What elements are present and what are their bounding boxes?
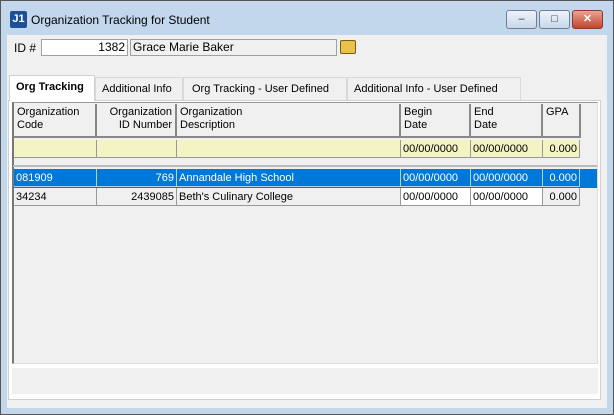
cell-end-date[interactable]: 00/00/0000 [471, 169, 543, 187]
grid-divider [13, 165, 597, 167]
filter-description-input[interactable] [177, 140, 401, 158]
cell-description[interactable]: Annandale High School [177, 169, 401, 187]
column-header-id-number[interactable]: Organization ID Number [97, 104, 177, 138]
cell-code[interactable]: 34234 [14, 188, 97, 206]
column-header-gpa[interactable]: GPA [543, 104, 581, 138]
cell-id-number[interactable]: 2439085 [97, 188, 177, 206]
minimize-button[interactable]: – [506, 10, 537, 29]
cell-begin-date[interactable]: 00/00/0000 [401, 169, 471, 187]
header-line: Code [17, 119, 44, 131]
maximize-button[interactable]: □ [539, 10, 570, 29]
column-header-description[interactable]: Organization Description [177, 104, 401, 138]
header-line: Description [180, 119, 236, 131]
student-name-field: Grace Marie Baker [130, 39, 337, 56]
filter-id-input[interactable] [97, 140, 177, 158]
cell-begin-date[interactable]: 00/00/0000 [401, 188, 471, 206]
cell-code[interactable]: 081909 [14, 169, 97, 187]
window-title: Organization Tracking for Student [31, 13, 210, 27]
column-header-code[interactable]: Organization Code [14, 104, 97, 138]
column-header-begin-date[interactable]: Begin Date [401, 104, 471, 138]
tab-org-tracking[interactable]: Org Tracking [9, 75, 95, 101]
cell-gpa[interactable]: 0.000 [543, 188, 580, 206]
filter-gpa-input[interactable]: 0.000 [543, 140, 580, 158]
header-line: Organization [109, 106, 172, 118]
cell-description[interactable]: Beth's Culinary College [177, 188, 401, 206]
app-icon: J1 [10, 11, 27, 28]
header-line: Date [404, 119, 428, 131]
header-line: ID Number [118, 119, 172, 131]
open-folder-icon[interactable] [340, 40, 356, 54]
header-line: Organization [180, 106, 243, 118]
cell-end-date[interactable]: 00/00/0000 [471, 188, 543, 206]
id-label: ID # [14, 41, 37, 55]
tab-additional-info[interactable]: Additional Info [95, 77, 183, 100]
cell-gpa[interactable]: 0.000 [543, 169, 580, 187]
filter-end-date-input[interactable]: 00/00/0000 [471, 140, 543, 158]
id-input[interactable]: 1382 [41, 39, 128, 56]
tab-additional-info-user-defined[interactable]: Additional Info - User Defined [347, 77, 521, 100]
column-header-end-date[interactable]: End Date [471, 104, 543, 138]
filter-begin-date-input[interactable]: 00/00/0000 [401, 140, 471, 158]
header-line: GPA [546, 106, 569, 118]
cell-id-number[interactable]: 769 [97, 169, 177, 187]
close-button[interactable]: ✕ [572, 10, 603, 29]
title-bar: J1 Organization Tracking for Student – □… [1, 1, 613, 35]
header-line: Organization [17, 106, 80, 118]
filter-code-input[interactable] [14, 140, 97, 158]
tab-org-tracking-user-defined[interactable]: Org Tracking - User Defined [183, 77, 347, 100]
header-line: End [474, 106, 494, 118]
header-line: Begin [404, 106, 433, 118]
status-area [12, 368, 598, 394]
header-line: Date [474, 119, 498, 131]
